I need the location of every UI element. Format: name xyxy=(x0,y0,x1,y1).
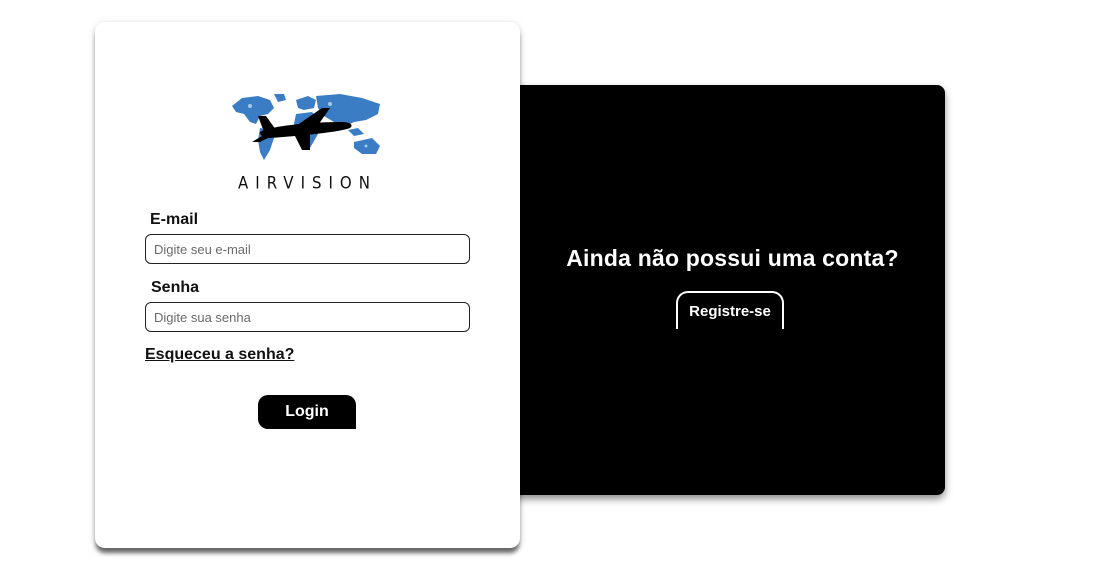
register-panel-title: Ainda não possui uma conta? xyxy=(566,245,899,271)
password-label: Senha xyxy=(151,279,200,296)
page: Ainda não possui uma conta? Registre-se xyxy=(0,0,1114,586)
login-card: AIRVISION E-mail Senha Esqueceu a senha?… xyxy=(95,22,520,548)
register-panel: Ainda não possui uma conta? Registre-se xyxy=(480,85,945,495)
forgot-password-link[interactable]: Esqueceu a senha? xyxy=(145,346,294,364)
password-field[interactable] xyxy=(145,302,470,332)
login-button[interactable]: Login xyxy=(258,395,356,429)
email-label: E-mail xyxy=(150,211,199,228)
brand-logo: AIRVISION xyxy=(230,92,385,193)
airplane-world-map-icon xyxy=(232,94,380,160)
register-button[interactable]: Registre-se xyxy=(676,291,784,329)
brand-name: AIRVISION xyxy=(238,173,377,193)
email-field[interactable] xyxy=(145,234,470,264)
